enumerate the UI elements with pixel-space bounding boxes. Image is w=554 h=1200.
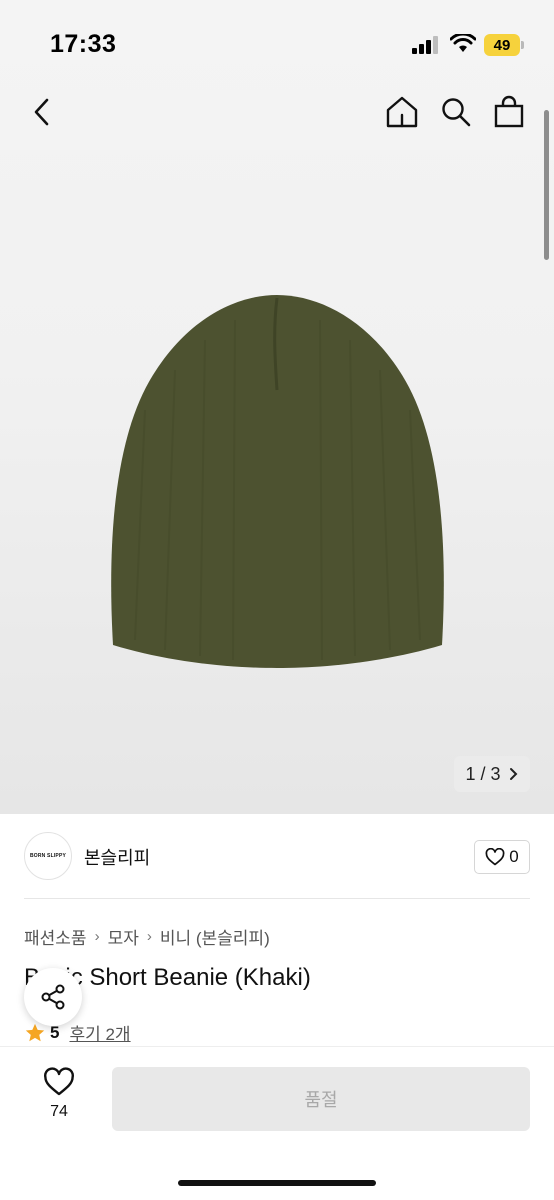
divider [24, 898, 530, 899]
pager-current: 1 [465, 763, 476, 784]
shopping-bag-icon [494, 95, 524, 128]
home-button[interactable] [384, 94, 420, 130]
shopping-bag-button[interactable] [491, 94, 527, 130]
wishlist-count: 74 [50, 1103, 68, 1120]
search-button[interactable] [438, 94, 474, 130]
wishlist-button[interactable]: 74 [30, 1067, 88, 1127]
pager-total: 3 [490, 763, 501, 784]
search-icon [442, 98, 471, 127]
brand-logo[interactable]: BORN SLIPPY [24, 832, 72, 880]
battery-icon: 49 [484, 34, 524, 56]
rating: 5 후기 2개 [24, 1020, 131, 1045]
home-icon [386, 96, 418, 128]
reviews-link[interactable]: 후기 2개 [69, 1020, 130, 1045]
home-indicator [178, 1180, 376, 1186]
breadcrumb: 패션소품 › 모자 › 비니 (본슬리피) [24, 924, 270, 949]
wifi-icon [450, 34, 476, 52]
chevron-right-icon: › [94, 928, 100, 945]
brand-name[interactable]: 본슬리피 [84, 844, 150, 870]
breadcrumb-item[interactable]: 패션소품 [24, 924, 87, 949]
product-image-beanie [111, 295, 444, 668]
sold-out-button[interactable]: 품절 [112, 1067, 530, 1131]
share-icon [41, 984, 65, 1010]
brand-like-button[interactable]: 0 [474, 840, 530, 874]
brand-row: BORN SLIPPY 본슬리피 0 [24, 832, 530, 882]
heart-icon [44, 1067, 74, 1096]
image-pager[interactable]: 1 / 3 [454, 756, 530, 792]
brand-like-count: 0 [509, 847, 519, 866]
chevron-right-icon: › [146, 928, 152, 945]
pager-text: 1 / 3 [465, 764, 500, 785]
scroll-indicator [544, 110, 549, 260]
pager-separator: / [480, 763, 486, 784]
chevron-left-icon [34, 98, 49, 126]
cellular-signal-icon [412, 36, 438, 54]
bottom-action-bar: 74 품절 [0, 1046, 554, 1200]
status-time: 17:33 [50, 30, 117, 58]
chevron-right-icon [509, 768, 517, 780]
status-bar: 17:33 49 [0, 0, 554, 90]
battery-level: 49 [493, 36, 511, 54]
breadcrumb-item[interactable]: 모자 [108, 924, 139, 949]
heart-icon [485, 848, 505, 866]
breadcrumb-item[interactable]: 비니 (본슬리피) [160, 924, 270, 949]
star-icon [25, 1023, 45, 1041]
back-button[interactable] [24, 94, 60, 130]
share-button[interactable] [24, 968, 82, 1026]
